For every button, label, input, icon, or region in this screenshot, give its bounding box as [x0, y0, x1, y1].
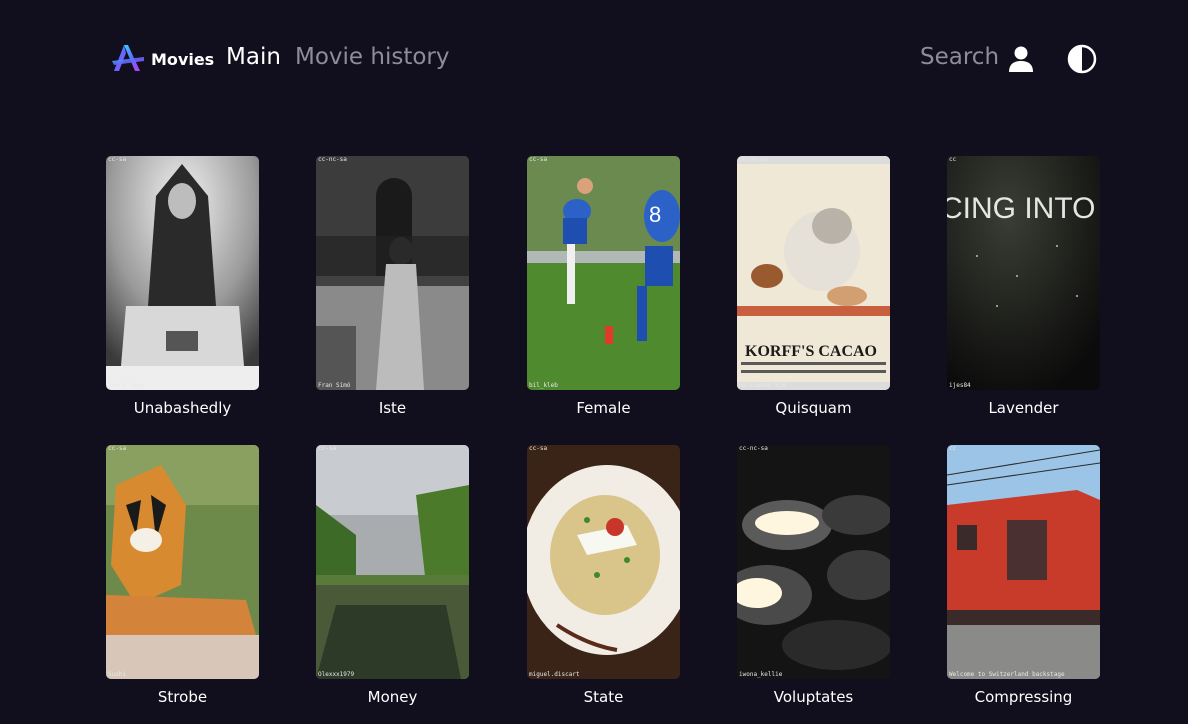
movie-title[interactable]: Lavender: [947, 399, 1100, 417]
poster-image: [316, 156, 469, 390]
logo[interactable]: Movies: [110, 43, 214, 75]
movie-poster[interactable]: cc-sa miguel.discart: [527, 445, 680, 679]
movie-poster[interactable]: cc-sa Olexxx1979: [316, 445, 469, 679]
credit-label: Olexxx1979: [318, 671, 355, 678]
movie-card[interactable]: cc-nc-sa Fran Simó Iste: [316, 156, 469, 417]
movie-title[interactable]: Money: [316, 688, 469, 706]
poster-image: [106, 156, 259, 390]
movie-card[interactable]: cc Welcome to Switzerland backstage Comp…: [947, 445, 1100, 706]
movie-poster[interactable]: cc-sa Joe K Gage: [106, 156, 259, 390]
license-label: cc-sa: [108, 156, 127, 163]
license-label: cc-nc-sa: [739, 445, 768, 452]
movie-card[interactable]: cc-sa Joe K Gage Unabashedly: [106, 156, 259, 417]
movie-title[interactable]: Iste: [316, 399, 469, 417]
poster-image: 8: [527, 156, 680, 390]
credit-label: miguel.discart: [529, 671, 580, 678]
movie-title[interactable]: Quisquam: [737, 399, 890, 417]
movie-title[interactable]: Female: [527, 399, 680, 417]
license-label: cc-sa: [318, 445, 337, 452]
license-label: cc-nc-sa: [318, 156, 347, 163]
movie-card[interactable]: 8 cc-sa bil_kleb Female: [527, 156, 680, 417]
movie-poster[interactable]: cc-nc-sa iwona_kellie: [737, 445, 890, 679]
movie-title[interactable]: Unabashedly: [106, 399, 259, 417]
credit-label: Halloween HJB: [739, 382, 786, 389]
movie-poster[interactable]: CING INTO cc ijes84: [947, 156, 1100, 390]
movie-poster[interactable]: cc Welcome to Switzerland backstage: [947, 445, 1100, 679]
credit-label: Fran Simó: [318, 382, 351, 389]
logo-text: Movies: [151, 49, 215, 69]
svg-text:8: 8: [649, 202, 661, 227]
poster-image: [106, 445, 259, 679]
movie-poster[interactable]: 8 cc-sa bil_kleb: [527, 156, 680, 390]
license-label: cc-sa: [529, 445, 548, 452]
svg-text:CING INTO: CING INTO: [947, 192, 1095, 225]
movie-title[interactable]: Voluptates: [737, 688, 890, 706]
movie-poster[interactable]: KORFF'S CACAO cc-nc-sa Halloween HJB: [737, 156, 890, 390]
search-button[interactable]: Search: [920, 44, 999, 70]
movie-poster[interactable]: cc-sa Sushi: [106, 445, 259, 679]
credit-label: Sushi: [108, 671, 127, 678]
header: Movies Main Movie history Search: [0, 0, 1188, 120]
movie-title[interactable]: State: [527, 688, 680, 706]
license-label: cc-sa: [108, 445, 127, 452]
poster-image: CING INTO: [947, 156, 1100, 390]
logo-icon: [112, 45, 144, 71]
license-label: cc-sa: [529, 156, 548, 163]
movie-card[interactable]: cc-sa Sushi Strobe: [106, 445, 259, 706]
poster-image: [316, 445, 469, 679]
nav-main[interactable]: Main: [226, 44, 281, 70]
movie-title[interactable]: Compressing: [947, 688, 1100, 706]
movie-card[interactable]: CING INTO cc ijes84 Lavender: [947, 156, 1100, 417]
license-label: cc-nc-sa: [739, 156, 768, 163]
poster-image: KORFF'S CACAO: [737, 156, 890, 390]
movie-card[interactable]: cc-sa Olexxx1979 Money: [316, 445, 469, 706]
poster-image: [737, 445, 890, 679]
svg-text:KORFF'S CACAO: KORFF'S CACAO: [745, 343, 877, 360]
movie-poster[interactable]: cc-nc-sa Fran Simó: [316, 156, 469, 390]
contrast-icon[interactable]: [1067, 44, 1097, 74]
nav-movie-history[interactable]: Movie history: [295, 44, 450, 70]
movie-card[interactable]: KORFF'S CACAO cc-nc-sa Halloween HJB Qui…: [737, 156, 890, 417]
license-label: cc: [949, 156, 957, 163]
movie-card[interactable]: cc-sa miguel.discart State: [527, 445, 680, 706]
user-icon[interactable]: [1008, 45, 1034, 73]
credit-label: Welcome to Switzerland backstage: [949, 671, 1065, 678]
license-label: cc: [949, 445, 957, 452]
movie-card[interactable]: cc-nc-sa iwona_kellie Voluptates: [737, 445, 890, 706]
credit-label: Joe K Gage: [108, 382, 145, 389]
movie-title[interactable]: Strobe: [106, 688, 259, 706]
poster-image: [527, 445, 680, 679]
credit-label: bil_kleb: [529, 382, 558, 389]
credit-label: iwona_kellie: [739, 671, 783, 678]
credit-label: ijes84: [949, 382, 971, 389]
poster-image: [947, 445, 1100, 679]
